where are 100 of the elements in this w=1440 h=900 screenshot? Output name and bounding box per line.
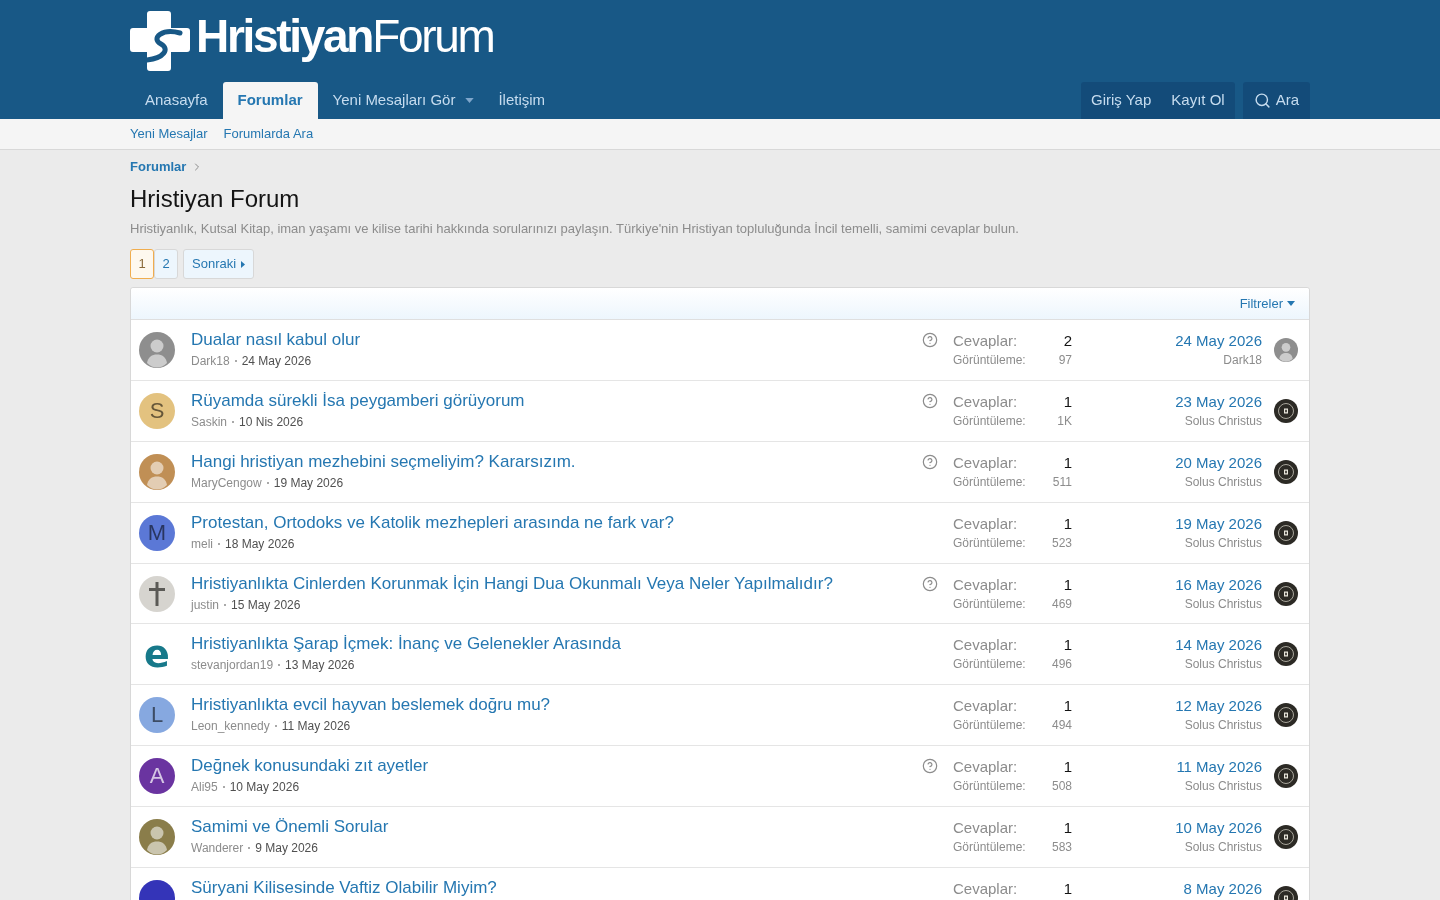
user-avatar[interactable]: e xyxy=(144,635,170,674)
thread-date-link[interactable]: 24 May 2026 xyxy=(241,350,312,371)
last-poster-link[interactable]: Solus Christus xyxy=(1184,594,1262,613)
last-post-date-link[interactable]: 20 May 2026 xyxy=(1175,452,1262,473)
nav-tab[interactable]: Anasayfa xyxy=(130,82,223,119)
emblem-avatar-icon[interactable] xyxy=(1274,520,1298,545)
replies-count: 1 xyxy=(1063,391,1072,412)
thread-title-link[interactable]: Değnek konusundaki zıt ayetler xyxy=(191,755,429,778)
avatar-silhouette-icon[interactable] xyxy=(139,819,175,856)
author-link[interactable]: meli xyxy=(191,533,213,554)
user-avatar[interactable]: S xyxy=(139,392,175,429)
thread-title-link[interactable]: Protestan, Ortodoks ve Katolik mezhepleri arasında ne fark var? xyxy=(191,511,674,534)
cross-avatar-icon[interactable] xyxy=(139,575,175,612)
thread-date-link[interactable]: 10 May 2026 xyxy=(229,777,300,798)
views-count: 511 xyxy=(1052,473,1072,491)
author-link[interactable]: MaryCengow xyxy=(191,472,262,493)
user-avatar[interactable]: M xyxy=(139,514,175,551)
emblem-avatar-icon[interactable] xyxy=(1274,825,1298,850)
replies-label: Cevaplar: xyxy=(953,818,1018,839)
views-label: Görüntüleme: xyxy=(953,473,1026,491)
last-post-date-link[interactable]: 16 May 2026 xyxy=(1175,574,1262,595)
avatar-silhouette-icon[interactable] xyxy=(1274,337,1298,362)
thread-title-link[interactable]: Dualar nasıl kabul olur xyxy=(191,328,361,351)
author-link[interactable]: Wanderer xyxy=(191,838,244,859)
views-label: Görüntüleme: xyxy=(953,351,1026,369)
replies-count: 1 xyxy=(1063,574,1072,595)
views-label: Görüntüleme: xyxy=(953,778,1026,796)
emblem-avatar-icon[interactable] xyxy=(1274,581,1298,606)
author-link[interactable]: Leon_kennedy xyxy=(191,716,270,737)
sub-nav-link[interactable]: Yeni Mesajlar xyxy=(130,124,208,144)
logo-cross-icon[interactable] xyxy=(130,11,190,71)
thread-date-link[interactable]: 19 May 2026 xyxy=(273,472,344,493)
author-link[interactable]: Ali95 xyxy=(191,777,218,798)
account-link[interactable]: Giriş Yap xyxy=(1081,82,1162,119)
views-label: Görüntüleme: xyxy=(953,412,1026,430)
author-link[interactable]: justin xyxy=(191,594,219,615)
dropdown-caret-icon[interactable] xyxy=(465,98,475,103)
thread-date-link[interactable]: 18 May 2026 xyxy=(225,533,295,554)
last-post-date-link[interactable]: 24 May 2026 xyxy=(1175,330,1262,351)
thread-title-link[interactable]: Hristiyanlıkta Cinlerden Korunmak İçin Hangi Dua Okunmalı Veya Neler Yapılmalıdır? xyxy=(191,572,833,595)
last-poster-link[interactable]: Solus Christus xyxy=(1184,472,1262,491)
last-poster-link[interactable]: Dark18 xyxy=(1223,350,1262,369)
views-label: Görüntüleme: xyxy=(953,595,1026,613)
emblem-avatar-icon[interactable] xyxy=(1274,642,1298,667)
thread-date-link[interactable]: 11 May 2026 xyxy=(281,716,351,737)
last-post-date-link[interactable]: 14 May 2026 xyxy=(1175,635,1262,656)
forum-description: Hristiyanlık, Kutsal Kitap, iman yaşamı ve kilise tarihi hakkında sorularınızı paylaşın. Türkiye'nin Hristiyan topluluğunda İncil temelli, samimi cevaplar bulun. xyxy=(130,220,1020,238)
last-post-date-link[interactable]: 10 May 2026 xyxy=(1175,818,1262,839)
views-count: 583 xyxy=(1051,839,1072,857)
last-poster-link[interactable]: Solus Christus xyxy=(1184,838,1262,857)
search-button[interactable]: Ara xyxy=(1242,82,1310,119)
emblem-avatar-icon[interactable] xyxy=(1274,764,1298,789)
emblem-avatar-icon[interactable] xyxy=(1274,398,1298,423)
thread-title-link[interactable]: Hristiyanlıkta evcil hayvan beslemek doğru mu? xyxy=(191,694,551,717)
thread-title-link[interactable]: Süryani Kilisesinde Vaftiz Olabilir Miyim? xyxy=(191,876,497,899)
thread-title-link[interactable]: Hangi hristiyan mezhebini seçmeliyim? Kararsızım. xyxy=(191,450,576,473)
last-poster-link[interactable]: Solus Christus xyxy=(1184,411,1262,430)
nav-tab[interactable]: İletişim xyxy=(483,82,561,119)
replies-count: 1 xyxy=(1063,878,1072,899)
avatar-silhouette-icon[interactable] xyxy=(139,453,175,490)
nav-tab[interactable]: Yeni Mesajları Gör xyxy=(317,82,484,119)
last-post-date-link[interactable]: 8 May 2026 xyxy=(1183,878,1262,899)
thread-date-link[interactable]: 13 May 2026 xyxy=(285,655,355,676)
views-count: 469 xyxy=(1051,595,1072,613)
thread-title-link[interactable]: Hristiyanlıkta Şarap İçmek: İnanç ve Gelenekler Arasında xyxy=(191,633,621,656)
page-link[interactable]: 2 xyxy=(154,249,178,279)
thread-title-link[interactable]: Rüyamda sürekli İsa peygamberi görüyorum xyxy=(191,389,525,412)
author-link[interactable]: Saskin xyxy=(191,411,228,432)
breadcrumb-link[interactable]: Forumlar xyxy=(130,157,187,177)
views-count: 523 xyxy=(1051,534,1072,552)
views-count: 1K xyxy=(1057,412,1072,430)
replies-count: 1 xyxy=(1063,513,1072,534)
nav-tab[interactable]: Forumlar xyxy=(222,82,318,119)
page-link[interactable]: 1 xyxy=(130,249,154,279)
user-avatar[interactable]: A xyxy=(139,758,175,795)
last-poster-link[interactable]: Solus Christus xyxy=(1184,777,1262,796)
last-post-date-link[interactable]: 23 May 2026 xyxy=(1175,391,1262,412)
filters-button[interactable]: Filtreler xyxy=(1239,293,1295,314)
thread-date-link[interactable]: 9 May 2026 xyxy=(255,838,318,859)
thread-date-link[interactable]: 15 May 2026 xyxy=(231,594,301,615)
replies-label: Cevaplar: xyxy=(953,330,1018,351)
emblem-avatar-icon[interactable] xyxy=(1274,459,1298,484)
account-link[interactable]: Kayıt Ol xyxy=(1161,82,1235,119)
sub-nav-link[interactable]: Forumlarda Ara xyxy=(223,124,314,144)
avatar-silhouette-icon[interactable] xyxy=(139,331,175,368)
last-post-date-link[interactable]: 12 May 2026 xyxy=(1175,696,1262,717)
last-post-date-link[interactable]: 19 May 2026 xyxy=(1175,513,1262,534)
last-poster-link[interactable]: Solus Christus xyxy=(1184,655,1262,674)
last-poster-link[interactable]: Solus Christus xyxy=(1184,533,1262,552)
views-label: Görüntüleme: xyxy=(953,534,1026,552)
author-link[interactable]: stevanjordan19 xyxy=(191,655,274,676)
thread-title-link[interactable]: Samimi ve Önemli Sorular xyxy=(191,816,389,839)
last-post-date-link[interactable]: 11 May 2026 xyxy=(1176,757,1262,778)
user-avatar[interactable]: L xyxy=(139,697,175,734)
author-link[interactable]: Dark18 xyxy=(191,350,230,371)
last-poster-link[interactable]: Solus Christus xyxy=(1184,716,1262,735)
emblem-avatar-icon[interactable] xyxy=(1274,703,1298,728)
thread-date-link[interactable]: 10 Nis 2026 xyxy=(239,411,304,432)
next-page-button[interactable]: Sonraki xyxy=(183,249,255,279)
replies-label: Cevaplar: xyxy=(953,635,1018,656)
